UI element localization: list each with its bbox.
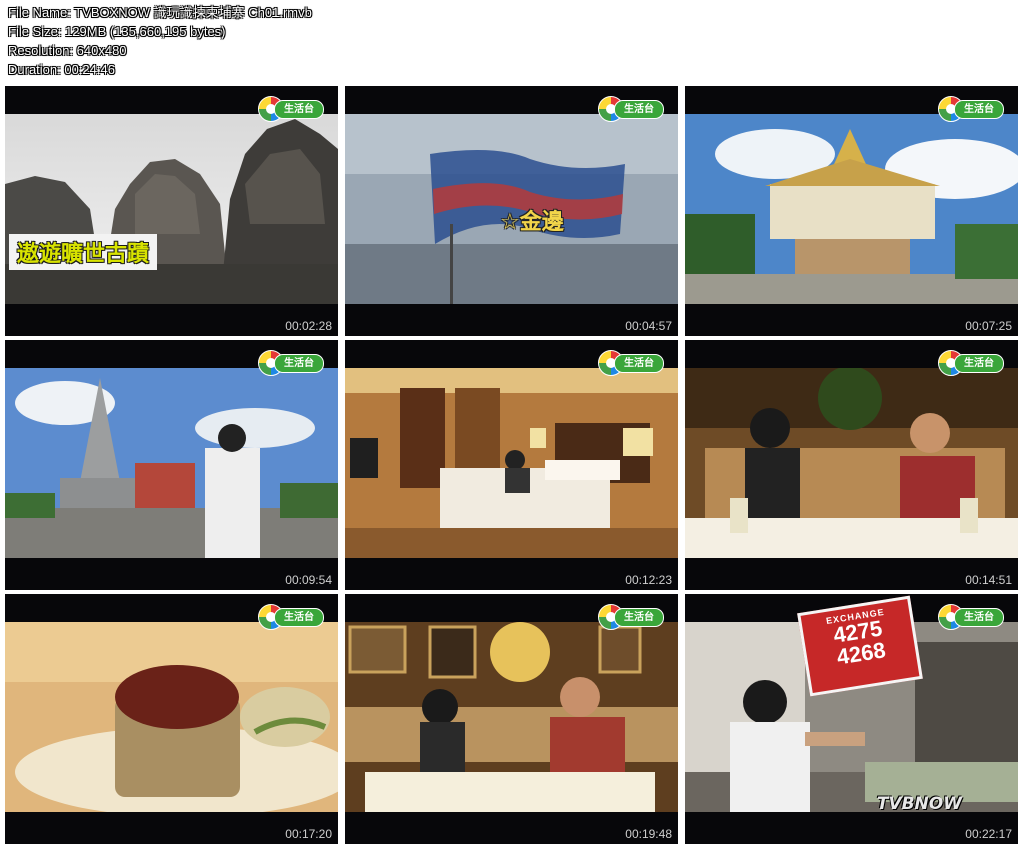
thumbnail-5[interactable]: 生活台 00:12:23 (345, 340, 678, 590)
thumbnail-1[interactable]: 遨遊曠世古蹟 生活台 00:02:28 (5, 86, 338, 336)
tvb-life-channel-logo: 生活台 (938, 350, 1004, 376)
timestamp: 00:07:25 (965, 319, 1012, 333)
thumbnail-7[interactable]: 生活台 00:17:20 (5, 594, 338, 844)
frame-royal-palace (685, 114, 1018, 304)
timestamp: 00:09:54 (285, 573, 332, 587)
timestamp: 00:14:51 (965, 573, 1012, 587)
frame-hotel-room (345, 368, 678, 558)
thumbnail-9[interactable]: EXCHANGE 4275 4268 生活台 TVBNOW 00:22:17 (685, 594, 1018, 844)
resolution-line: Resolution: 640x480 (8, 43, 127, 58)
tvb-life-channel-logo: 生活台 (258, 96, 324, 122)
thumbnail-6[interactable]: 生活台 00:14:51 (685, 340, 1018, 590)
frame-stone-towers (5, 114, 338, 304)
thumbnail-2[interactable]: ☆金邊 生活台 00:04:57 (345, 86, 678, 336)
tvb-life-channel-logo: 生活台 (598, 350, 664, 376)
frame-dining-room (345, 622, 678, 812)
thumbnail-3[interactable]: 生活台 00:07:25 (685, 86, 1018, 336)
tvb-life-channel-logo: 生活台 (938, 604, 1004, 630)
timestamp: 00:22:17 (965, 827, 1012, 841)
caption-ancient-sites: 遨遊曠世古蹟 (9, 234, 158, 270)
timestamp: 00:04:57 (625, 319, 672, 333)
file-size-line: File Size: 129MB (135,660,195 bytes) (8, 24, 226, 39)
file-name-line: File Name: TVBOXNOW 識玩識揀柬埔寨 Ch01.rmvb (8, 5, 312, 20)
frame-restaurant-dinner (685, 368, 1018, 558)
tvbnow-watermark: TVBNOW (876, 794, 962, 814)
duration-line: Duration: 00:24:46 (8, 62, 115, 77)
tvb-life-channel-logo: 生活台 (938, 96, 1004, 122)
tvb-life-channel-logo: 生活台 (598, 604, 664, 630)
timestamp: 00:19:48 (625, 827, 672, 841)
timestamp: 00:02:28 (285, 319, 332, 333)
tvb-life-channel-logo: 生活台 (258, 604, 324, 630)
file-info: File Name: TVBOXNOW 識玩識揀柬埔寨 Ch01.rmvb Fi… (8, 3, 312, 79)
caption-phnom-penh: ☆金邊 (500, 210, 564, 235)
frame-stupa-host (5, 368, 338, 558)
frame-food-closeup (5, 622, 338, 812)
tvb-life-channel-logo: 生活台 (598, 96, 664, 122)
timestamp: 00:12:23 (625, 573, 672, 587)
exchange-rate-sign: EXCHANGE 4275 4268 (797, 595, 923, 697)
thumbnail-8[interactable]: 生活台 00:19:48 (345, 594, 678, 844)
timestamp: 00:17:20 (285, 827, 332, 841)
thumbnail-4[interactable]: 生活台 00:09:54 (5, 340, 338, 590)
tvb-life-channel-logo: 生活台 (258, 350, 324, 376)
